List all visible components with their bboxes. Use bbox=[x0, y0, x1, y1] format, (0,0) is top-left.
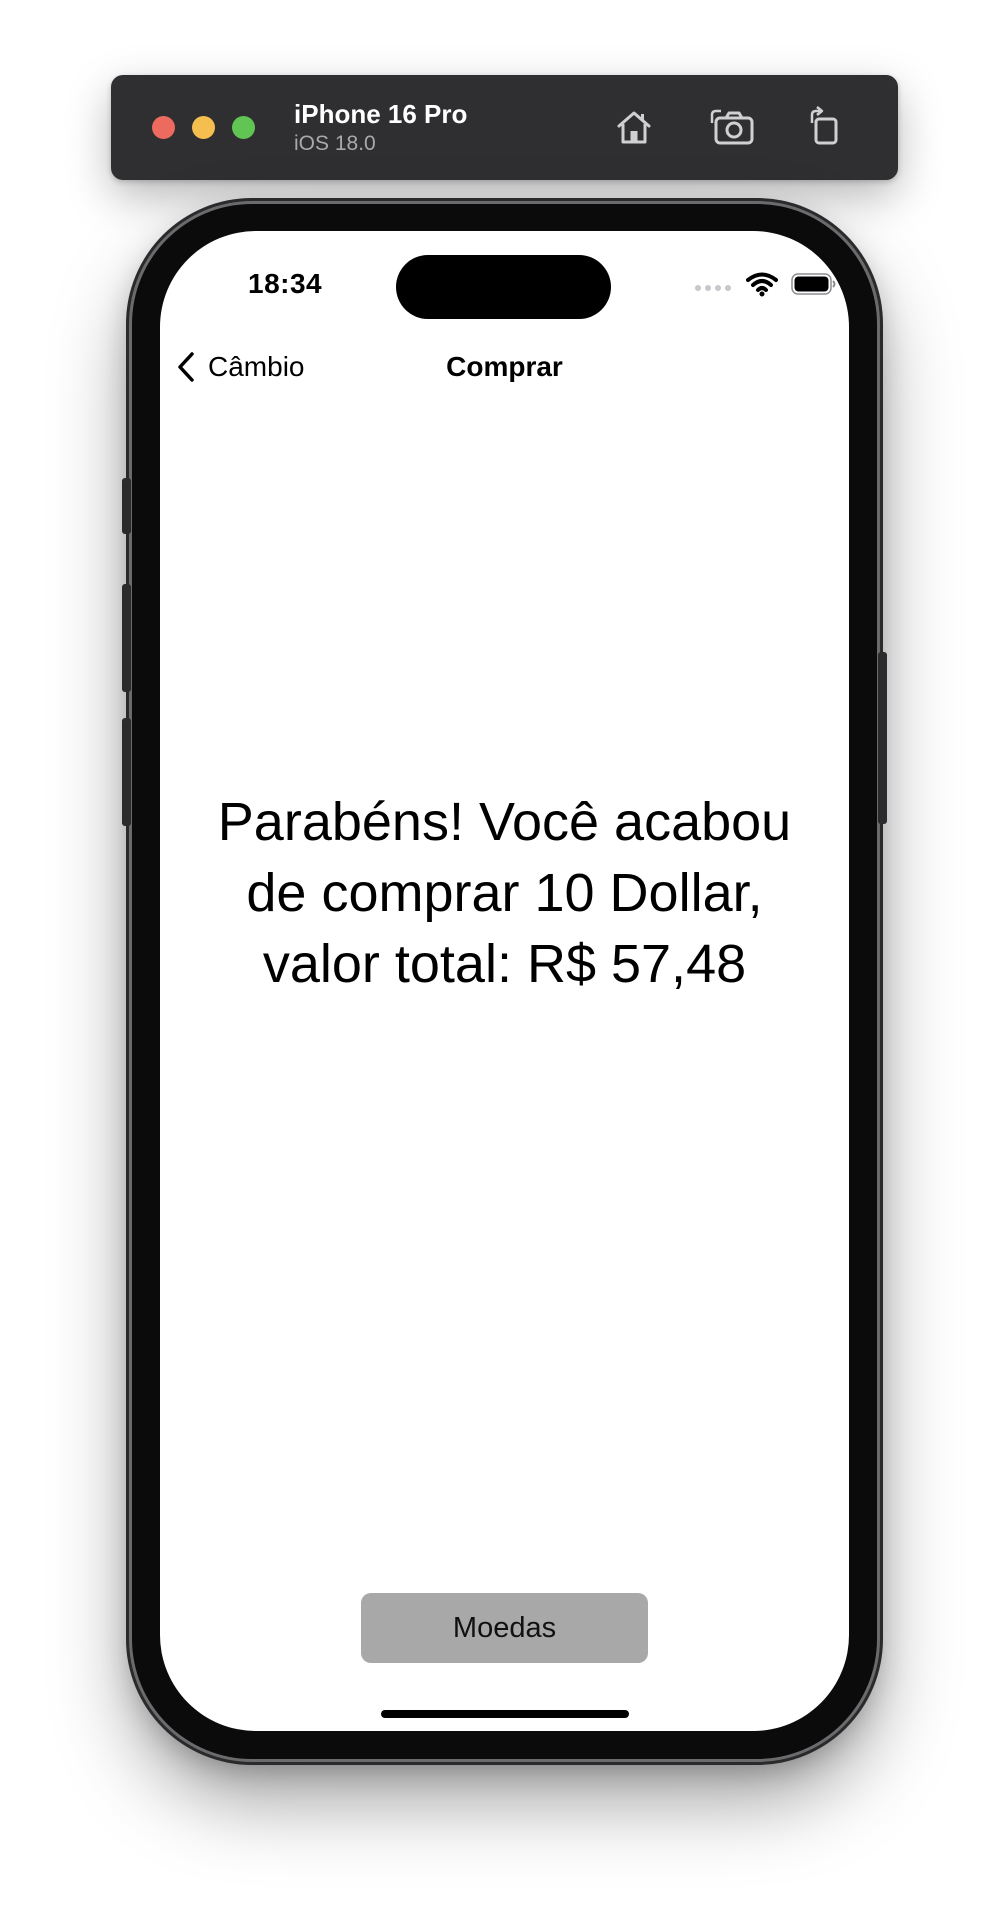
cellular-dots-icon bbox=[695, 285, 735, 291]
home-indicator[interactable] bbox=[381, 1710, 629, 1718]
power-side-button bbox=[878, 652, 887, 824]
status-time: 18:34 bbox=[248, 268, 323, 299]
purchase-confirmation-message: Parabéns! Você acabou de comprar 10 Doll… bbox=[217, 792, 792, 994]
volume-down-side-button bbox=[122, 718, 131, 826]
volume-up-side-button bbox=[122, 584, 131, 692]
action-side-button bbox=[122, 478, 131, 534]
screenshot-button[interactable] bbox=[709, 105, 757, 149]
simulator-os-version: iOS 18.0 bbox=[294, 132, 376, 155]
zoom-window-button[interactable] bbox=[232, 116, 255, 139]
dynamic-island bbox=[396, 255, 611, 319]
simulator-title-bar: iPhone 16 Pro iOS 18.0 bbox=[111, 75, 898, 180]
rotate-button[interactable] bbox=[801, 105, 849, 149]
coins-button[interactable]: Moedas bbox=[361, 1593, 648, 1663]
home-button[interactable] bbox=[610, 105, 658, 149]
minimize-window-button[interactable] bbox=[192, 116, 215, 139]
battery-icon bbox=[791, 273, 836, 295]
close-window-button[interactable] bbox=[152, 116, 175, 139]
rotate-icon bbox=[810, 106, 838, 145]
wifi-icon bbox=[746, 272, 778, 297]
stage: iPhone 16 Pro iOS 18.0 18:34 Câmbio Comp… bbox=[0, 0, 1008, 1910]
page-title: Comprar bbox=[446, 351, 563, 382]
simulator-device-name: iPhone 16 Pro bbox=[294, 99, 468, 129]
phone-screen: 18:34 Câmbio Comprar Parabéns! Você acab… bbox=[160, 231, 849, 1731]
screenshot-camera-icon bbox=[710, 109, 754, 145]
home-icon bbox=[617, 111, 651, 144]
